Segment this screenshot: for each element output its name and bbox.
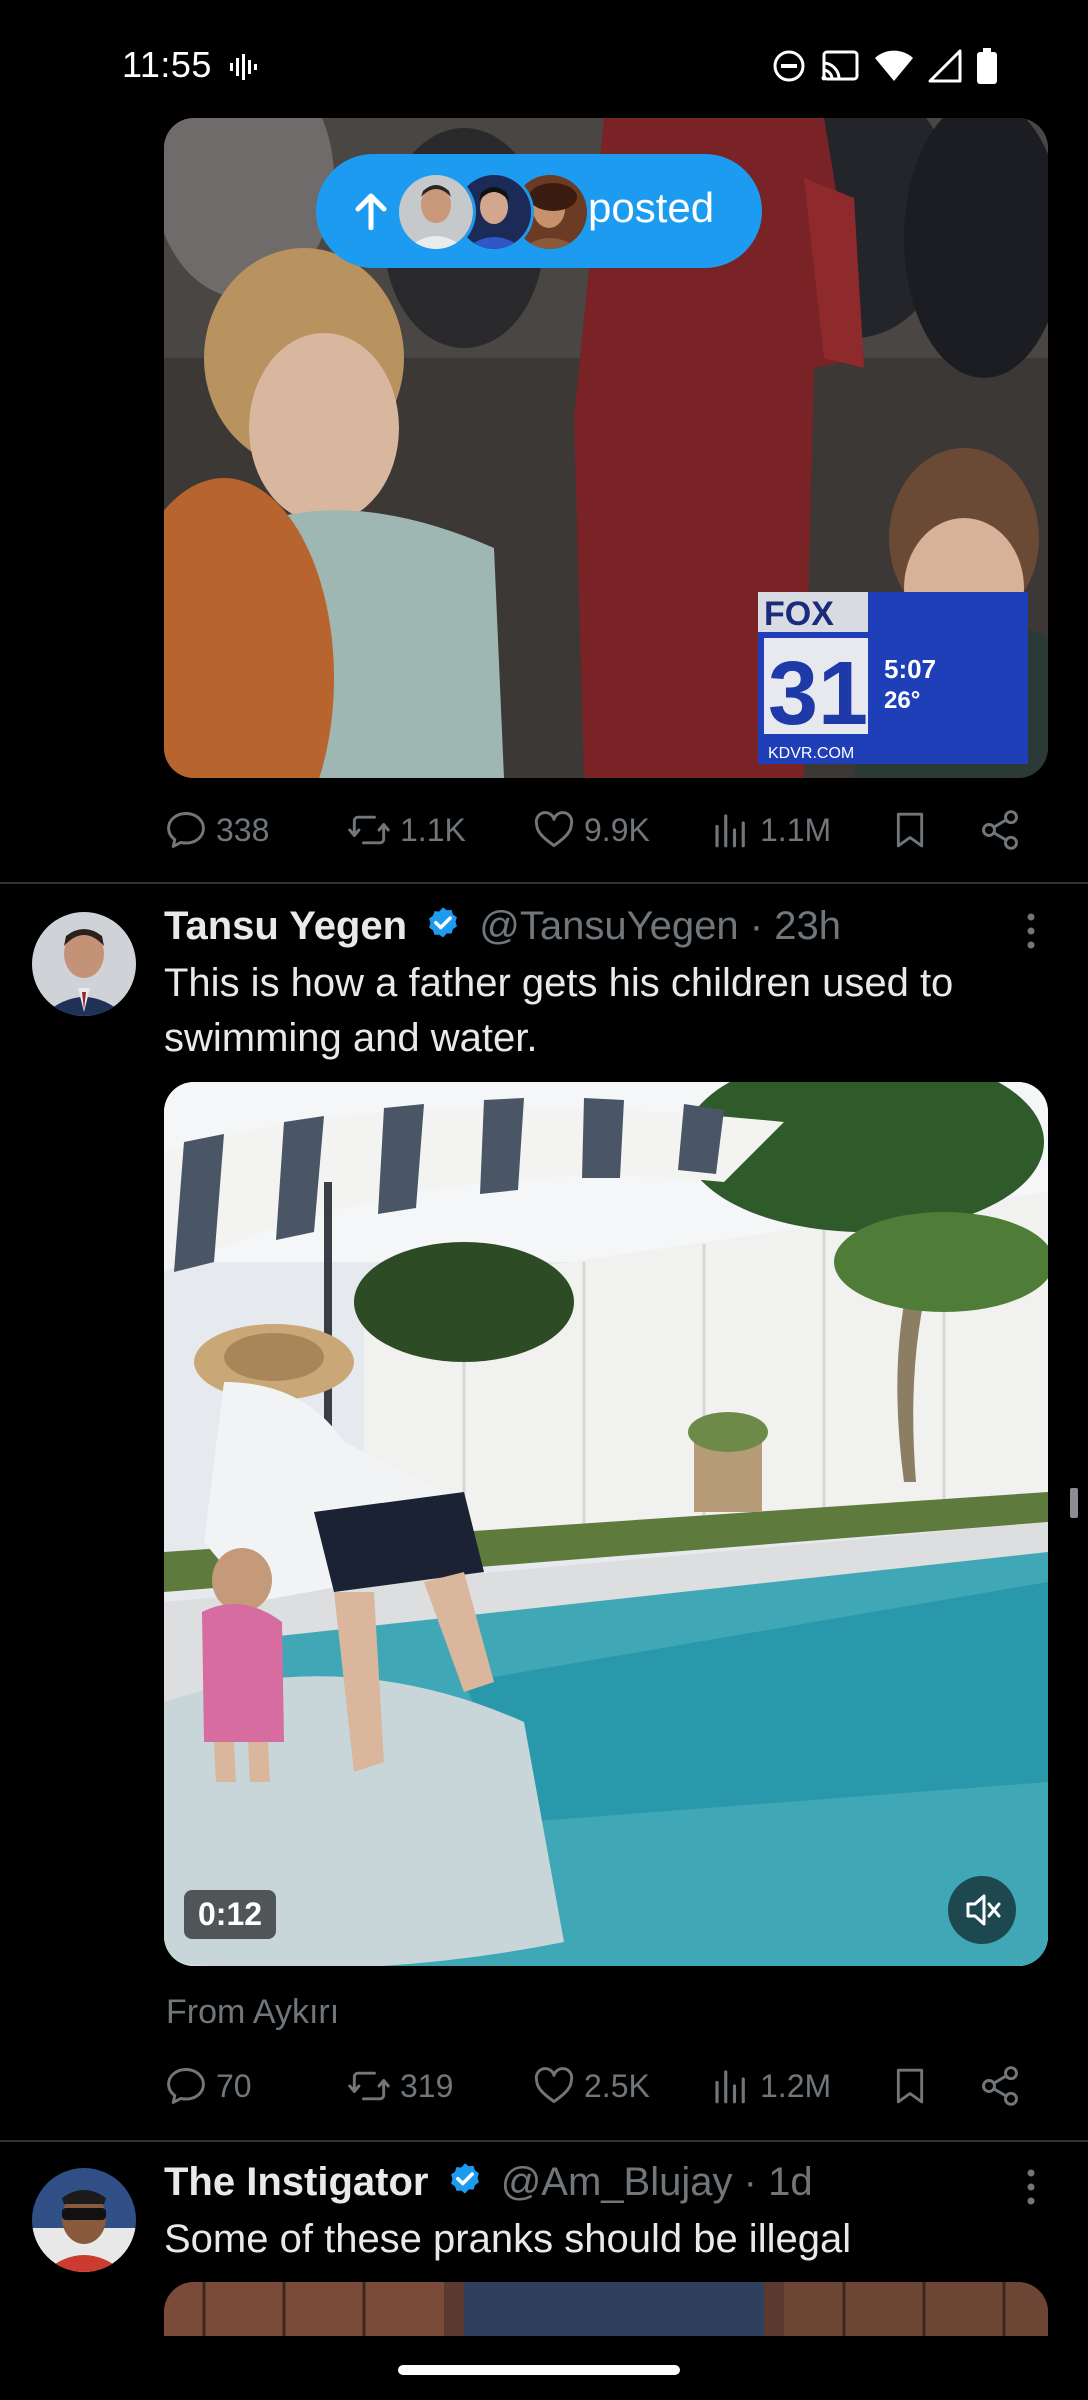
repost-count: 319: [400, 2067, 454, 2104]
post-2-header: Tansu Yegen @TansuYegen · 23h: [164, 904, 841, 953]
status-time: 11:55: [122, 44, 212, 85]
more-options-icon[interactable]: [1026, 912, 1036, 955]
heart-icon: [534, 2067, 574, 2104]
battery-icon: [976, 48, 998, 89]
views-count: 1.1M: [760, 811, 832, 848]
repost-button[interactable]: 1.1K: [346, 808, 466, 852]
pool-video-frame: [164, 1082, 1048, 1966]
bookmark-icon: [896, 812, 924, 848]
bookmark-button[interactable]: [890, 808, 930, 852]
post-text: Some of these pranks should be illegal: [164, 2217, 852, 2261]
verified-badge-icon: [424, 905, 462, 953]
post-2-video[interactable]: [164, 1082, 1048, 1966]
reply-button[interactable]: 70: [164, 2064, 252, 2108]
post-time: 1d: [768, 2160, 813, 2204]
do-not-disturb-icon: [772, 49, 806, 88]
post-2-actions: 70 319 2.5K 1.2M: [164, 2064, 1024, 2114]
mute-toggle-button[interactable]: [948, 1876, 1016, 1944]
svg-text:KDVR.COM: KDVR.COM: [768, 745, 854, 762]
meta-separator: ·: [749, 904, 764, 948]
author-name[interactable]: The Instigator: [164, 2160, 428, 2204]
share-icon: [982, 810, 1018, 850]
svg-text:5:07: 5:07: [884, 654, 936, 684]
like-count: 2.5K: [584, 2067, 650, 2104]
post-text: This is how a father gets his children u…: [164, 961, 954, 1060]
bookmark-button[interactable]: [890, 2064, 930, 2108]
like-button[interactable]: 2.5K: [532, 2064, 650, 2108]
status-icons: [772, 48, 998, 89]
share-icon: [982, 2066, 1018, 2106]
share-button[interactable]: [978, 2064, 1022, 2108]
audio-waveform-icon: [228, 52, 258, 87]
divider: [0, 882, 1088, 884]
repost-icon: [348, 815, 390, 845]
bookmark-icon: [896, 2068, 924, 2104]
video-duration: 0:12: [184, 1890, 277, 1939]
reply-count: 70: [216, 2067, 252, 2104]
arrow-up-icon: [354, 192, 388, 235]
posted-label: posted: [588, 184, 715, 231]
reply-button[interactable]: 338: [164, 808, 269, 852]
svg-text:31: 31: [768, 644, 868, 744]
repost-count: 1.1K: [400, 811, 466, 848]
post-1-actions: 338 1.1K 9.9K 1.1M: [164, 808, 1024, 858]
divider: [0, 2140, 1088, 2142]
reply-count: 338: [216, 811, 270, 848]
post-3-media-preview: [164, 2282, 1048, 2336]
signal-icon: [928, 49, 962, 88]
like-button[interactable]: 9.9K: [532, 808, 650, 852]
cast-icon: [820, 49, 860, 88]
post-3-header: The Instigator @Am_Blujay · 1d: [164, 2160, 813, 2209]
views-button[interactable]: 1.2M: [710, 2064, 831, 2108]
more-options-icon[interactable]: [1026, 2168, 1036, 2211]
muted-speaker-icon: [966, 1894, 1001, 1926]
author-avatar[interactable]: [32, 912, 136, 1016]
author-handle[interactable]: @TansuYegen: [479, 904, 738, 948]
svg-text:FOX: FOX: [764, 595, 834, 633]
views-count: 1.2M: [760, 2067, 832, 2104]
status-bar: 11:55: [0, 0, 1088, 130]
wifi-icon: [874, 49, 914, 88]
author-avatar[interactable]: [32, 2168, 136, 2272]
reply-icon: [167, 812, 205, 848]
svg-text:26°: 26°: [884, 687, 920, 714]
like-count: 9.9K: [584, 811, 650, 848]
post-3-media[interactable]: [164, 2282, 1048, 2336]
repost-button[interactable]: 319: [346, 2064, 453, 2108]
views-button[interactable]: 1.1M: [710, 808, 831, 852]
share-button[interactable]: [978, 808, 1022, 852]
source-attribution[interactable]: From Aykırı: [166, 1993, 339, 2032]
home-indicator[interactable]: [398, 2365, 680, 2375]
verified-badge-icon: [446, 2161, 484, 2209]
meta-separator: ·: [743, 2160, 757, 2204]
views-icon: [715, 2070, 745, 2104]
scrollbar-thumb[interactable]: [1070, 1488, 1078, 1518]
views-icon: [715, 814, 745, 848]
author-name[interactable]: Tansu Yegen: [164, 904, 407, 948]
author-handle[interactable]: @Am_Blujay: [501, 2160, 733, 2204]
new-posts-pill[interactable]: posted: [316, 154, 762, 268]
heart-icon: [534, 811, 574, 848]
reply-icon: [167, 2068, 205, 2104]
repost-icon: [348, 2071, 390, 2101]
avatar: [396, 172, 476, 252]
post-time: 23h: [774, 904, 841, 948]
